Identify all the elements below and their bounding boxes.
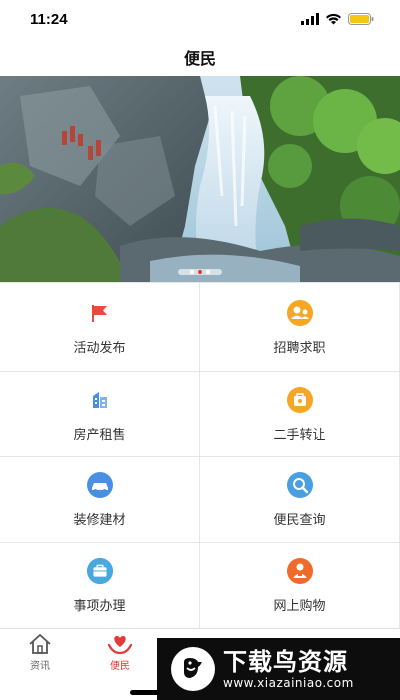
grid-item-label: 招聘求职: [273, 340, 326, 356]
tab-label: 资讯: [30, 661, 50, 672]
flag-icon: [86, 299, 114, 327]
watermark: 下载鸟资源 www.xiazainiao.com: [157, 638, 400, 700]
page-title: 便民: [183, 49, 216, 68]
grid-item-label: 二手转让: [273, 427, 326, 443]
status-icons: [301, 13, 374, 25]
grid-item-label: 网上购物: [273, 599, 326, 614]
grid-item-label: 事项办理: [73, 599, 126, 614]
waterfall-photo: [0, 76, 400, 282]
grid-item-label: 活动发布: [73, 340, 126, 356]
briefcase-icon: [86, 557, 114, 585]
recruit-icon: [286, 299, 314, 327]
bird-logo-icon: [171, 647, 215, 691]
signal-icon: [301, 13, 319, 25]
banner-carousel[interactable]: [0, 76, 400, 282]
nav-bar: 便民: [0, 38, 400, 76]
trade-icon: [286, 386, 314, 414]
grid-item-decoration[interactable]: 装修建材: [0, 457, 200, 543]
tab-services[interactable]: 便民: [80, 633, 160, 672]
status-bar: 11:24: [0, 0, 400, 38]
wifi-icon: [326, 13, 341, 25]
building-icon: [86, 386, 114, 414]
watermark-text: 下载鸟资源 www.xiazainiao.com: [223, 648, 354, 690]
tab-news[interactable]: 资讯: [0, 633, 80, 672]
car-icon: [86, 471, 114, 499]
grid-item-recruit[interactable]: 招聘求职: [200, 283, 400, 372]
grid-item-label: 房产租售: [73, 427, 126, 443]
grid-item-shopping[interactable]: 网上购物: [200, 543, 400, 629]
grid-item-realestate[interactable]: 房产租售: [0, 372, 200, 457]
home-icon: [29, 634, 51, 654]
carousel-dot[interactable]: [190, 270, 194, 274]
carousel-indicator[interactable]: [178, 269, 222, 275]
battery-icon: [348, 13, 374, 25]
carousel-dot[interactable]: [206, 270, 210, 274]
search-icon: [286, 471, 314, 499]
grid-item-query[interactable]: 便民查询: [200, 457, 400, 543]
grid-item-affairs[interactable]: 事项办理: [0, 543, 200, 629]
grid-item-secondhand[interactable]: 二手转让: [200, 372, 400, 457]
grid-item-label: 便民查询: [273, 513, 326, 528]
status-time: 11:24: [30, 10, 68, 28]
watermark-url: www.xiazainiao.com: [223, 676, 354, 690]
shopper-icon: [286, 557, 314, 585]
home-indicator: [130, 690, 160, 695]
service-grid: 活动发布 招聘求职 房产租售 二手转让 装修建材 便民查询 事项办理 网上购物: [0, 282, 400, 629]
grid-item-activity[interactable]: 活动发布: [0, 283, 200, 372]
watermark-brand: 下载鸟资源: [223, 648, 348, 676]
tab-label: 便民: [110, 661, 130, 672]
heart-hands-icon: [107, 636, 133, 655]
carousel-dot-active[interactable]: [198, 270, 202, 274]
grid-item-label: 装修建材: [73, 513, 126, 528]
